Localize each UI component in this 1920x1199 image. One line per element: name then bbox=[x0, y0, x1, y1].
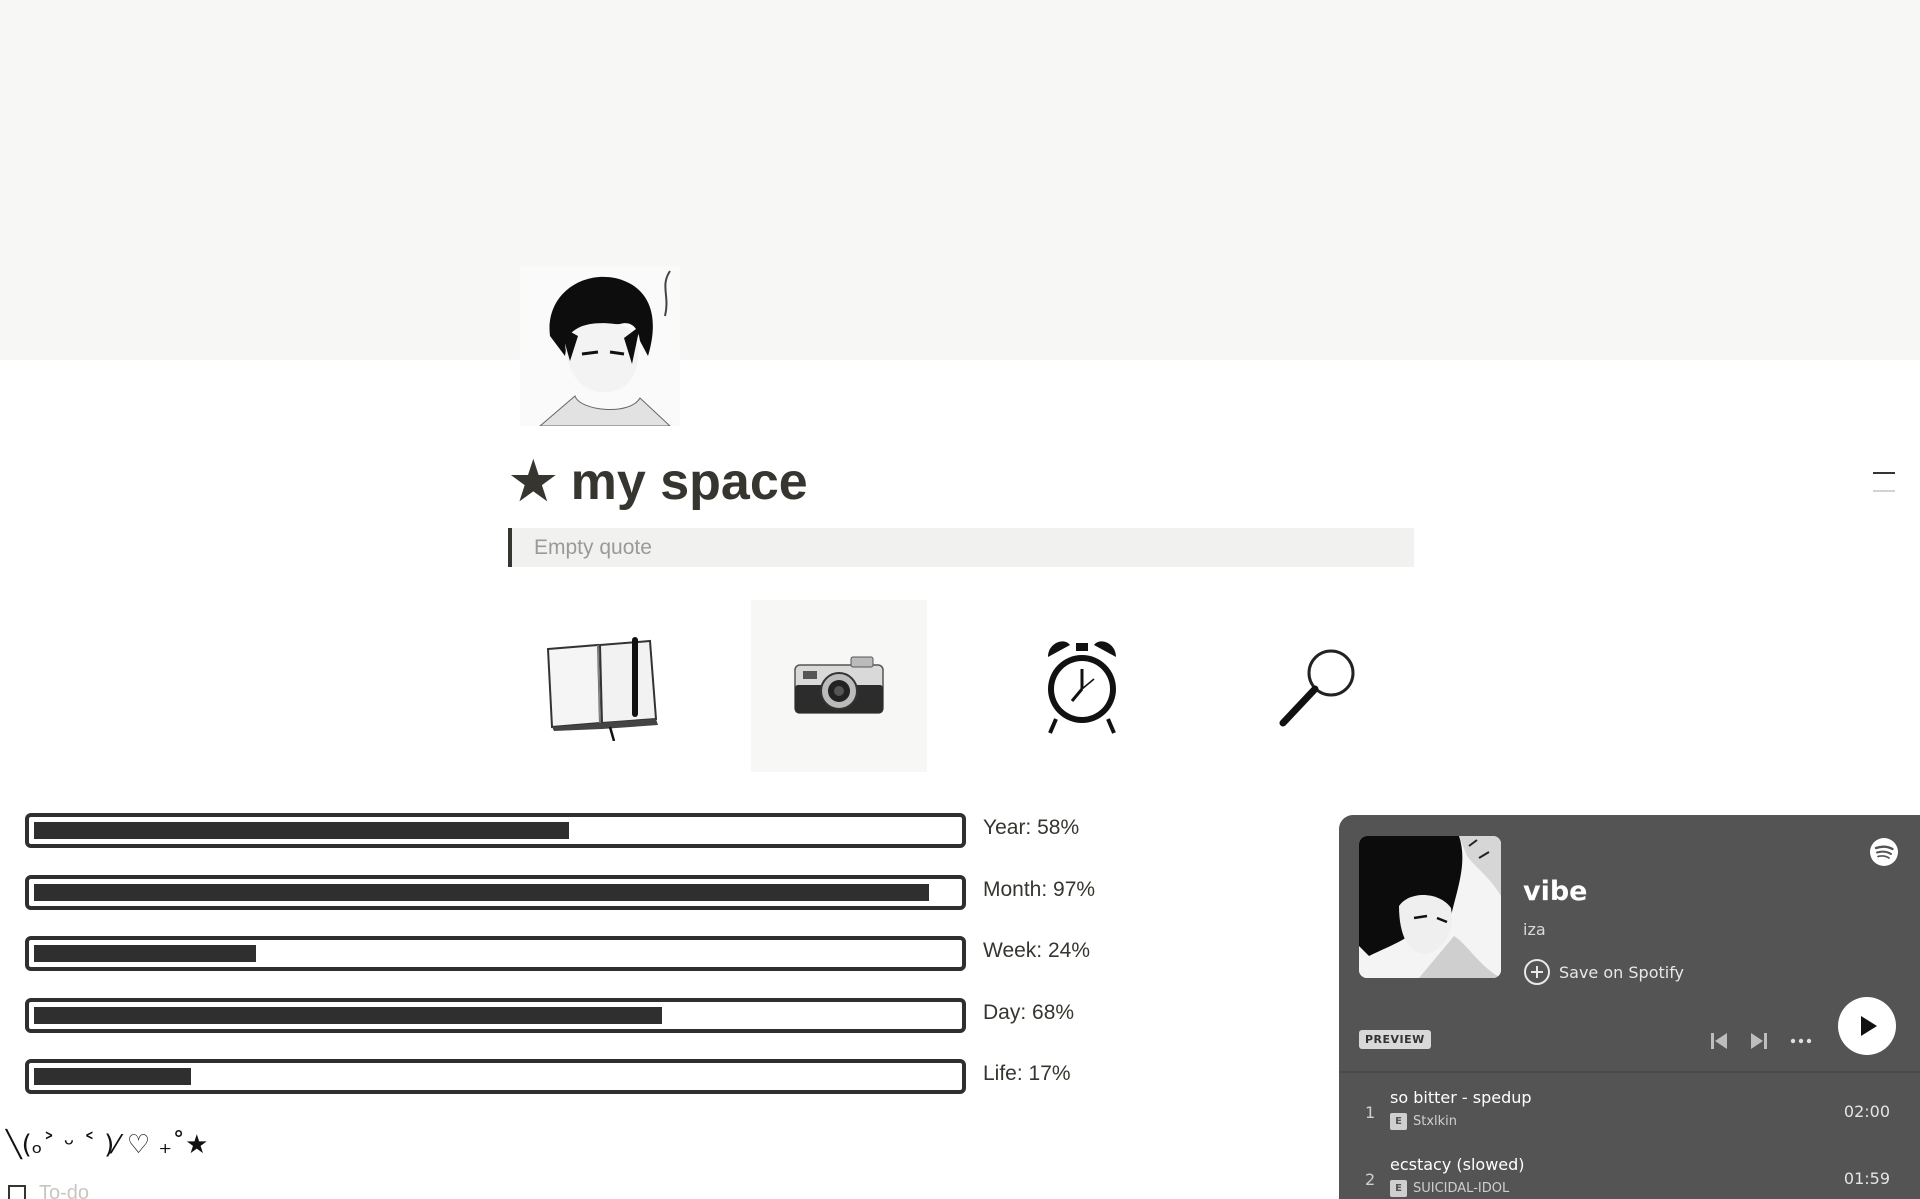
track-artist-line: E Stxlkin bbox=[1390, 1113, 1457, 1130]
track-artist[interactable]: Stxlkin bbox=[1413, 1114, 1457, 1129]
progress-bars: Year: 58% Month: 97% Week: 24% Day: 68% … bbox=[25, 813, 1125, 1121]
progress-label: Month: 97% bbox=[983, 877, 1096, 901]
star-icon: ★ bbox=[510, 453, 557, 511]
more-options-icon[interactable] bbox=[1788, 1028, 1814, 1054]
album-art[interactable] bbox=[1359, 836, 1501, 978]
progress-row-week: Week: 24% bbox=[25, 936, 1125, 998]
playlist-artist[interactable]: iza bbox=[1523, 920, 1546, 939]
play-button[interactable] bbox=[1838, 997, 1896, 1055]
progress-row-day: Day: 68% bbox=[25, 997, 1125, 1060]
add-circle-icon bbox=[1524, 959, 1550, 985]
page-title[interactable]: ★ my space bbox=[510, 452, 808, 512]
progress-fill bbox=[34, 822, 569, 839]
preview-badge: PREVIEW bbox=[1359, 1030, 1431, 1049]
track-duration: 02:00 bbox=[1843, 1102, 1890, 1121]
progress-label: Day: 68% bbox=[983, 1000, 1075, 1024]
todo-placeholder[interactable]: To-do bbox=[39, 1182, 89, 1199]
page-title-text: my space bbox=[570, 453, 808, 511]
explicit-badge: E bbox=[1390, 1113, 1407, 1130]
track-duration: 01:59 bbox=[1843, 1169, 1890, 1188]
progress-track bbox=[25, 997, 966, 1033]
camera-icon[interactable] bbox=[751, 600, 927, 772]
progress-track bbox=[25, 874, 966, 910]
track-name: so bitter - spedup bbox=[1390, 1088, 1532, 1107]
progress-fill bbox=[34, 883, 929, 901]
progress-label: Life: 17% bbox=[983, 1062, 1071, 1085]
track-name: ecstacy (slowed) bbox=[1390, 1155, 1525, 1174]
save-on-spotify-button[interactable]: Save on Spotify bbox=[1523, 958, 1684, 986]
progress-track bbox=[25, 813, 966, 848]
progress-row-month: Month: 97% bbox=[25, 874, 1125, 937]
progress-fill bbox=[34, 1006, 662, 1024]
spotify-embed[interactable]: vibe iza Save on Spotify PREVIEW 1 so bi… bbox=[1339, 815, 1920, 1199]
progress-fill bbox=[34, 1068, 191, 1085]
quote-block[interactable]: Empty quote bbox=[508, 528, 1414, 567]
kaomoji-heading: ╲(ₒ˃ ᵕ ˂ )⁄ ♡ ₊˚★ bbox=[6, 1130, 209, 1160]
explicit-badge: E bbox=[1390, 1180, 1407, 1197]
progress-label: Year: 58% bbox=[983, 816, 1080, 839]
progress-fill bbox=[34, 945, 256, 962]
track-row[interactable]: 2 ecstacy (slowed) E SUICIDAL-IDOL 01:59 bbox=[1339, 1147, 1920, 1199]
progress-track bbox=[25, 936, 966, 971]
track-artist[interactable]: SUICIDAL-IDOL bbox=[1413, 1181, 1509, 1196]
track-number: 2 bbox=[1365, 1170, 1376, 1189]
quote-placeholder: Empty quote bbox=[534, 536, 652, 559]
page-cover bbox=[0, 0, 1920, 360]
track-artist-line: E SUICIDAL-IDOL bbox=[1390, 1180, 1509, 1197]
next-track-icon[interactable] bbox=[1746, 1028, 1772, 1054]
save-on-spotify-label: Save on Spotify bbox=[1559, 962, 1685, 982]
track-row[interactable]: 1 so bitter - spedup E Stxlkin 02:00 bbox=[1339, 1080, 1920, 1140]
notebook-icon[interactable] bbox=[515, 600, 691, 772]
magnifier-icon[interactable] bbox=[1230, 600, 1406, 772]
spotify-logo-icon[interactable] bbox=[1869, 837, 1899, 867]
todo-checkbox[interactable] bbox=[8, 1184, 26, 1199]
nav-icon-row bbox=[508, 600, 1414, 772]
page-icon-manga-portrait[interactable] bbox=[520, 266, 680, 426]
progress-row-year: Year: 58% bbox=[25, 813, 1125, 875]
progress-label: Week: 24% bbox=[983, 939, 1090, 962]
progress-track bbox=[25, 1059, 966, 1094]
track-number: 1 bbox=[1365, 1103, 1376, 1122]
alarm-clock-icon[interactable] bbox=[994, 600, 1170, 772]
table-of-contents-toggle[interactable] bbox=[1873, 472, 1895, 508]
previous-track-icon[interactable] bbox=[1706, 1028, 1732, 1054]
play-icon bbox=[1861, 1016, 1877, 1036]
divider bbox=[1339, 1071, 1920, 1073]
progress-row-life: Life: 17% bbox=[25, 1059, 1125, 1121]
playlist-title[interactable]: vibe bbox=[1523, 876, 1588, 907]
todo-item[interactable]: To-do bbox=[8, 1182, 89, 1199]
